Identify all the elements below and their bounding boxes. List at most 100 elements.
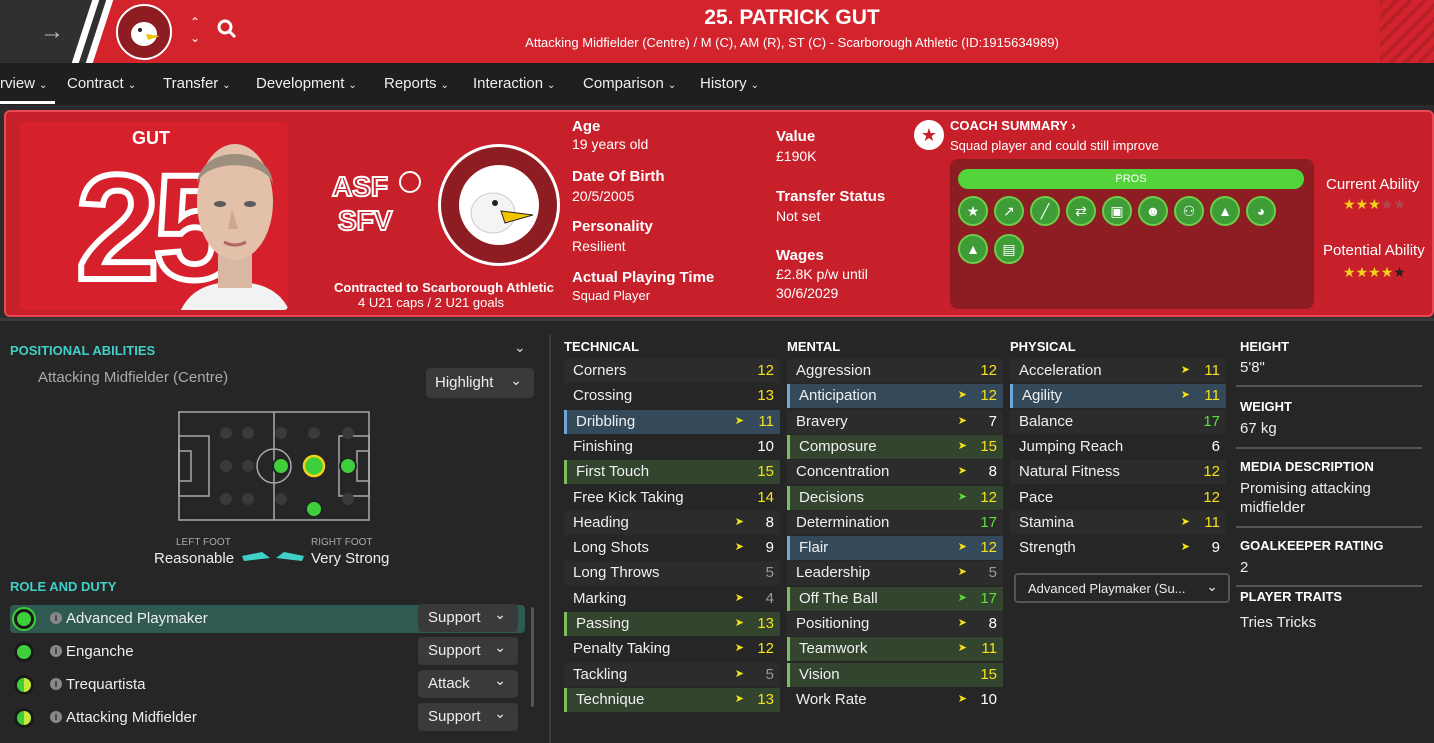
attribute-value: 13 xyxy=(757,387,774,405)
wages-label: Wages xyxy=(776,247,824,264)
attribute-value: 11 xyxy=(1204,362,1220,379)
attribute-value: 17 xyxy=(980,513,997,531)
attribute-value: 15 xyxy=(980,437,997,455)
role-row[interactable]: i Enganche Support ⌄ xyxy=(10,637,525,666)
tab-history[interactable]: History ⌄ xyxy=(700,75,759,92)
tab-reports[interactable]: Reports ⌄ xyxy=(384,75,449,92)
attribute-row[interactable]: Dribbling ➤ 11 xyxy=(564,409,780,434)
tab-transfer[interactable]: Transfer ⌄ xyxy=(163,75,231,92)
attribute-row[interactable]: Tackling ➤ 5 xyxy=(564,662,780,687)
duty-dropdown[interactable]: Attack ⌄ xyxy=(418,670,518,698)
progress-arrow-icon: ➤ xyxy=(734,642,744,655)
attribute-row[interactable]: Penalty Taking ➤ 12 xyxy=(564,637,780,662)
highlight-dropdown[interactable]: Highlight ⌄ xyxy=(426,368,534,398)
cone-trend-icon[interactable]: ▲ xyxy=(1210,196,1240,226)
attribute-row[interactable]: Bravery ➤ 7 xyxy=(787,409,1003,434)
role-row[interactable]: i Trequartista Attack ⌄ xyxy=(10,670,525,699)
duty-dropdown[interactable]: Support ⌄ xyxy=(418,604,518,632)
mental-title: MENTAL xyxy=(787,339,841,354)
attribute-row[interactable]: Strength ➤ 9 xyxy=(1010,536,1226,561)
attribute-row[interactable]: Flair ➤ 12 xyxy=(787,536,1003,561)
attribute-row[interactable]: Work Rate ➤ 10 xyxy=(787,687,1003,712)
pros-header: PROS xyxy=(958,169,1304,189)
attribute-name: First Touch xyxy=(576,463,650,481)
info-icon[interactable]: i xyxy=(50,711,62,723)
info-icon[interactable]: i xyxy=(50,645,62,657)
attribute-name: Jumping Reach xyxy=(1019,437,1124,455)
attribute-value: 11 xyxy=(1204,513,1220,531)
attribute-row[interactable]: Pace 12 xyxy=(1010,485,1226,510)
attribute-row[interactable]: Passing ➤ 13 xyxy=(564,612,780,636)
tab-comparison[interactable]: Comparison ⌄ xyxy=(583,75,676,92)
pitch-icon[interactable]: ▣ xyxy=(1102,196,1132,226)
attribute-row[interactable]: Balance 17 xyxy=(1010,409,1226,434)
role-select-dropdown[interactable]: Advanced Playmaker (Su... ⌄ xyxy=(1014,573,1230,603)
tactics-board-icon[interactable]: ▤ xyxy=(994,234,1024,264)
roles-scrollbar[interactable] xyxy=(531,607,534,707)
attribute-row[interactable]: Finishing 10 xyxy=(564,434,780,459)
value-label: Value xyxy=(776,128,816,145)
attribute-value: 12 xyxy=(980,362,997,379)
attribute-row[interactable]: Free Kick Taking 14 xyxy=(564,485,780,510)
attribute-row[interactable]: Concentration ➤ 8 xyxy=(787,460,1003,485)
tab-development[interactable]: Development ⌄ xyxy=(256,75,357,92)
progress-arrow-icon: ➤ xyxy=(734,617,744,629)
attribute-value: 9 xyxy=(1211,539,1220,557)
attribute-value: 6 xyxy=(1211,437,1220,455)
tab-interaction[interactable]: Interaction ⌄ xyxy=(473,75,555,92)
left-foot-value: Reasonable xyxy=(154,550,235,567)
role-row[interactable]: i Attacking Midfielder Support ⌄ xyxy=(10,703,525,732)
nation-logo-icon: ASF SFV xyxy=(328,164,428,240)
attribute-row[interactable]: Teamwork ➤ 11 xyxy=(787,637,1003,662)
attribute-value: 12 xyxy=(980,539,997,557)
info-icon[interactable]: i xyxy=(50,678,62,690)
attribute-row[interactable]: Acceleration ➤ 11 xyxy=(1010,359,1226,383)
attribute-row[interactable]: Anticipation ➤ 12 xyxy=(787,384,1003,409)
collapse-chevron-icon[interactable]: ⌄ xyxy=(514,339,526,356)
attribute-row[interactable]: Long Shots ➤ 9 xyxy=(564,536,780,561)
chevron-down-icon: ⌄ xyxy=(510,372,522,388)
attribute-row[interactable]: Crossing 13 xyxy=(564,384,780,409)
attribute-row[interactable]: Heading ➤ 8 xyxy=(564,510,780,535)
attribute-row[interactable]: Positioning ➤ 8 xyxy=(787,612,1003,636)
handshake-icon[interactable]: ⇄ xyxy=(1066,196,1096,226)
attribute-row[interactable]: Jumping Reach 6 xyxy=(1010,434,1226,459)
progress-arrow-icon: ➤ xyxy=(957,541,967,554)
chevron-down-icon: ⌄ xyxy=(667,80,677,91)
attribute-row[interactable]: Marking ➤ 4 xyxy=(564,586,780,611)
attribute-row[interactable]: Agility ➤ 11 xyxy=(1010,384,1226,409)
shirt-number-panel: GUT 25 xyxy=(20,122,288,310)
coach-summary-link[interactable]: COACH SUMMARY › xyxy=(950,118,1076,133)
duty-dropdown[interactable]: Support ⌄ xyxy=(418,637,518,665)
playing-time-label: Actual Playing Time xyxy=(572,269,715,286)
syringe-icon[interactable]: ╱ xyxy=(1030,196,1060,226)
tab-contract[interactable]: Contract ⌄ xyxy=(67,75,136,92)
attribute-row[interactable]: Technique ➤ 13 xyxy=(564,687,780,712)
attribute-row[interactable]: Natural Fitness 12 xyxy=(1010,460,1226,485)
cone-up-icon[interactable]: ▲ xyxy=(958,234,988,264)
star-icon[interactable]: ★ xyxy=(958,196,988,226)
attribute-row[interactable]: Leadership ➤ 5 xyxy=(787,561,1003,586)
attribute-value: 8 xyxy=(765,513,774,531)
people-icon[interactable]: ⚇ xyxy=(1174,196,1204,226)
duty-dropdown[interactable]: Support ⌄ xyxy=(418,703,518,731)
attribute-row[interactable]: Determination 17 xyxy=(787,510,1003,535)
attribute-row[interactable]: Long Throws 5 xyxy=(564,561,780,586)
attribute-row[interactable]: Aggression 12 xyxy=(787,359,1003,383)
attribute-row[interactable]: Stamina ➤ 11 xyxy=(1010,510,1226,535)
attribute-value: 9 xyxy=(765,539,774,557)
smile-ball-icon[interactable]: ◕ xyxy=(1246,196,1276,226)
attribute-row[interactable]: Decisions ➤ 12 xyxy=(787,485,1003,510)
attribute-row[interactable]: Composure ➤ 15 xyxy=(787,434,1003,459)
attribute-row[interactable]: Vision 15 xyxy=(787,662,1003,687)
potential-ability-stars: ★★★★★ xyxy=(1343,264,1406,281)
info-icon[interactable]: i xyxy=(50,612,62,624)
attribute-row[interactable]: First Touch 15 xyxy=(564,460,780,485)
tab-overview[interactable]: rview ⌄ xyxy=(0,75,47,92)
attribute-name: Vision xyxy=(799,665,840,683)
role-row[interactable]: i Advanced Playmaker Support ⌄ xyxy=(10,604,525,633)
trend-up-icon[interactable]: ↗ xyxy=(994,196,1024,226)
attribute-row[interactable]: Off The Ball ➤ 17 xyxy=(787,586,1003,611)
head-icon[interactable]: ☻ xyxy=(1138,196,1168,226)
attribute-row[interactable]: Corners 12 xyxy=(564,359,780,383)
